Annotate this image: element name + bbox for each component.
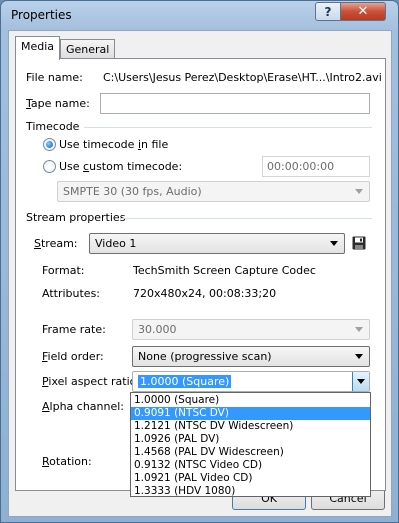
pixel-aspect-label: Pixel aspect ratio: xyxy=(42,375,141,388)
alpha-channel-label: Alpha channel: xyxy=(42,400,125,413)
attributes-value: 720x480x24, 00:08:33;20 xyxy=(133,287,277,300)
timecode-section-title: Timecode xyxy=(26,120,80,133)
chevron-down-icon xyxy=(355,189,363,194)
attributes-label: Attributes: xyxy=(42,287,101,300)
timecode-divider xyxy=(84,127,372,128)
pixel-aspect-option[interactable]: 1.0000 (Square) xyxy=(131,394,370,407)
pixel-aspect-option[interactable]: 1.4568 (PAL DV Widescreen) xyxy=(131,446,370,459)
file-name-value: C:\Users\Jesus Perez\Desktop\Erase\HT...… xyxy=(103,71,382,84)
close-button[interactable]: ✕ xyxy=(340,2,386,21)
tab-general-label: General xyxy=(66,43,110,56)
close-icon: ✕ xyxy=(357,4,369,19)
stream-label: Stream: xyxy=(34,237,78,250)
tab-general[interactable]: General xyxy=(60,39,116,60)
dropdown-button[interactable] xyxy=(352,372,369,391)
help-icon: ? xyxy=(324,4,332,19)
use-custom-timecode-radio[interactable] xyxy=(43,160,56,173)
pixel-aspect-option-highlighted[interactable]: 0.9091 (NTSC DV) xyxy=(131,407,370,420)
save-icon[interactable] xyxy=(352,236,366,250)
format-value: TechSmith Screen Capture Codec xyxy=(133,264,316,277)
rotation-label: Rotation: xyxy=(42,455,92,468)
frame-rate-select[interactable]: 30.000 xyxy=(132,319,370,340)
format-label: Format: xyxy=(42,264,85,277)
frame-rate-value: 30.000 xyxy=(138,323,177,336)
properties-dialog: Properties ? ✕ Media General File name: … xyxy=(0,0,399,523)
tab-media[interactable]: Media xyxy=(15,36,61,60)
chevron-down-icon xyxy=(355,354,363,359)
use-custom-timecode-label: Use custom timecode: xyxy=(59,160,183,173)
field-order-select[interactable]: None (progressive scan) xyxy=(132,346,370,367)
field-order-label: Field order: xyxy=(42,350,104,363)
title-bar[interactable]: Properties ? ✕ xyxy=(1,1,398,31)
frame-rate-label: Frame rate: xyxy=(42,323,106,336)
pixel-aspect-option[interactable]: 1.0921 (PAL Video CD) xyxy=(131,472,370,485)
stream-divider xyxy=(120,218,372,219)
timecode-format-select[interactable]: SMPTE 30 (30 fps, Audio) xyxy=(57,181,370,202)
custom-timecode-input[interactable]: 00:00:00:00 xyxy=(262,156,370,177)
tape-name-label: Tape name: xyxy=(26,97,90,110)
use-timecode-in-file-radio[interactable] xyxy=(43,138,56,151)
chevron-down-icon xyxy=(357,379,365,384)
pixel-aspect-value: 1.0000 (Square) xyxy=(138,375,232,388)
pixel-aspect-option[interactable]: 1.3333 (HDV 1080) xyxy=(131,485,370,498)
stream-select[interactable]: Video 1 xyxy=(89,233,345,254)
tab-media-label: Media xyxy=(21,40,55,53)
help-button[interactable]: ? xyxy=(315,2,341,21)
use-timecode-in-file-label: Use timecode in file xyxy=(59,138,169,151)
field-order-value: None (progressive scan) xyxy=(138,350,272,363)
chevron-down-icon xyxy=(330,241,338,246)
pixel-aspect-dropdown-list: 1.0000 (Square) 0.9091 (NTSC DV) 1.2121 … xyxy=(130,392,371,497)
stream-section-title: Stream properties xyxy=(26,211,126,224)
chevron-down-icon xyxy=(355,327,363,332)
pixel-aspect-option[interactable]: 1.0926 (PAL DV) xyxy=(131,433,370,446)
file-name-label: File name: xyxy=(26,71,83,84)
tape-name-input[interactable] xyxy=(100,93,370,114)
pixel-aspect-option[interactable]: 1.2121 (NTSC DV Widescreen) xyxy=(131,420,370,433)
window-title: Properties xyxy=(11,8,72,22)
pixel-aspect-select[interactable]: 1.0000 (Square) xyxy=(132,371,370,392)
pixel-aspect-option[interactable]: 0.9132 (NTSC Video CD) xyxy=(131,459,370,472)
timecode-format-value: SMPTE 30 (30 fps, Audio) xyxy=(63,185,202,198)
stream-value: Video 1 xyxy=(95,237,137,250)
